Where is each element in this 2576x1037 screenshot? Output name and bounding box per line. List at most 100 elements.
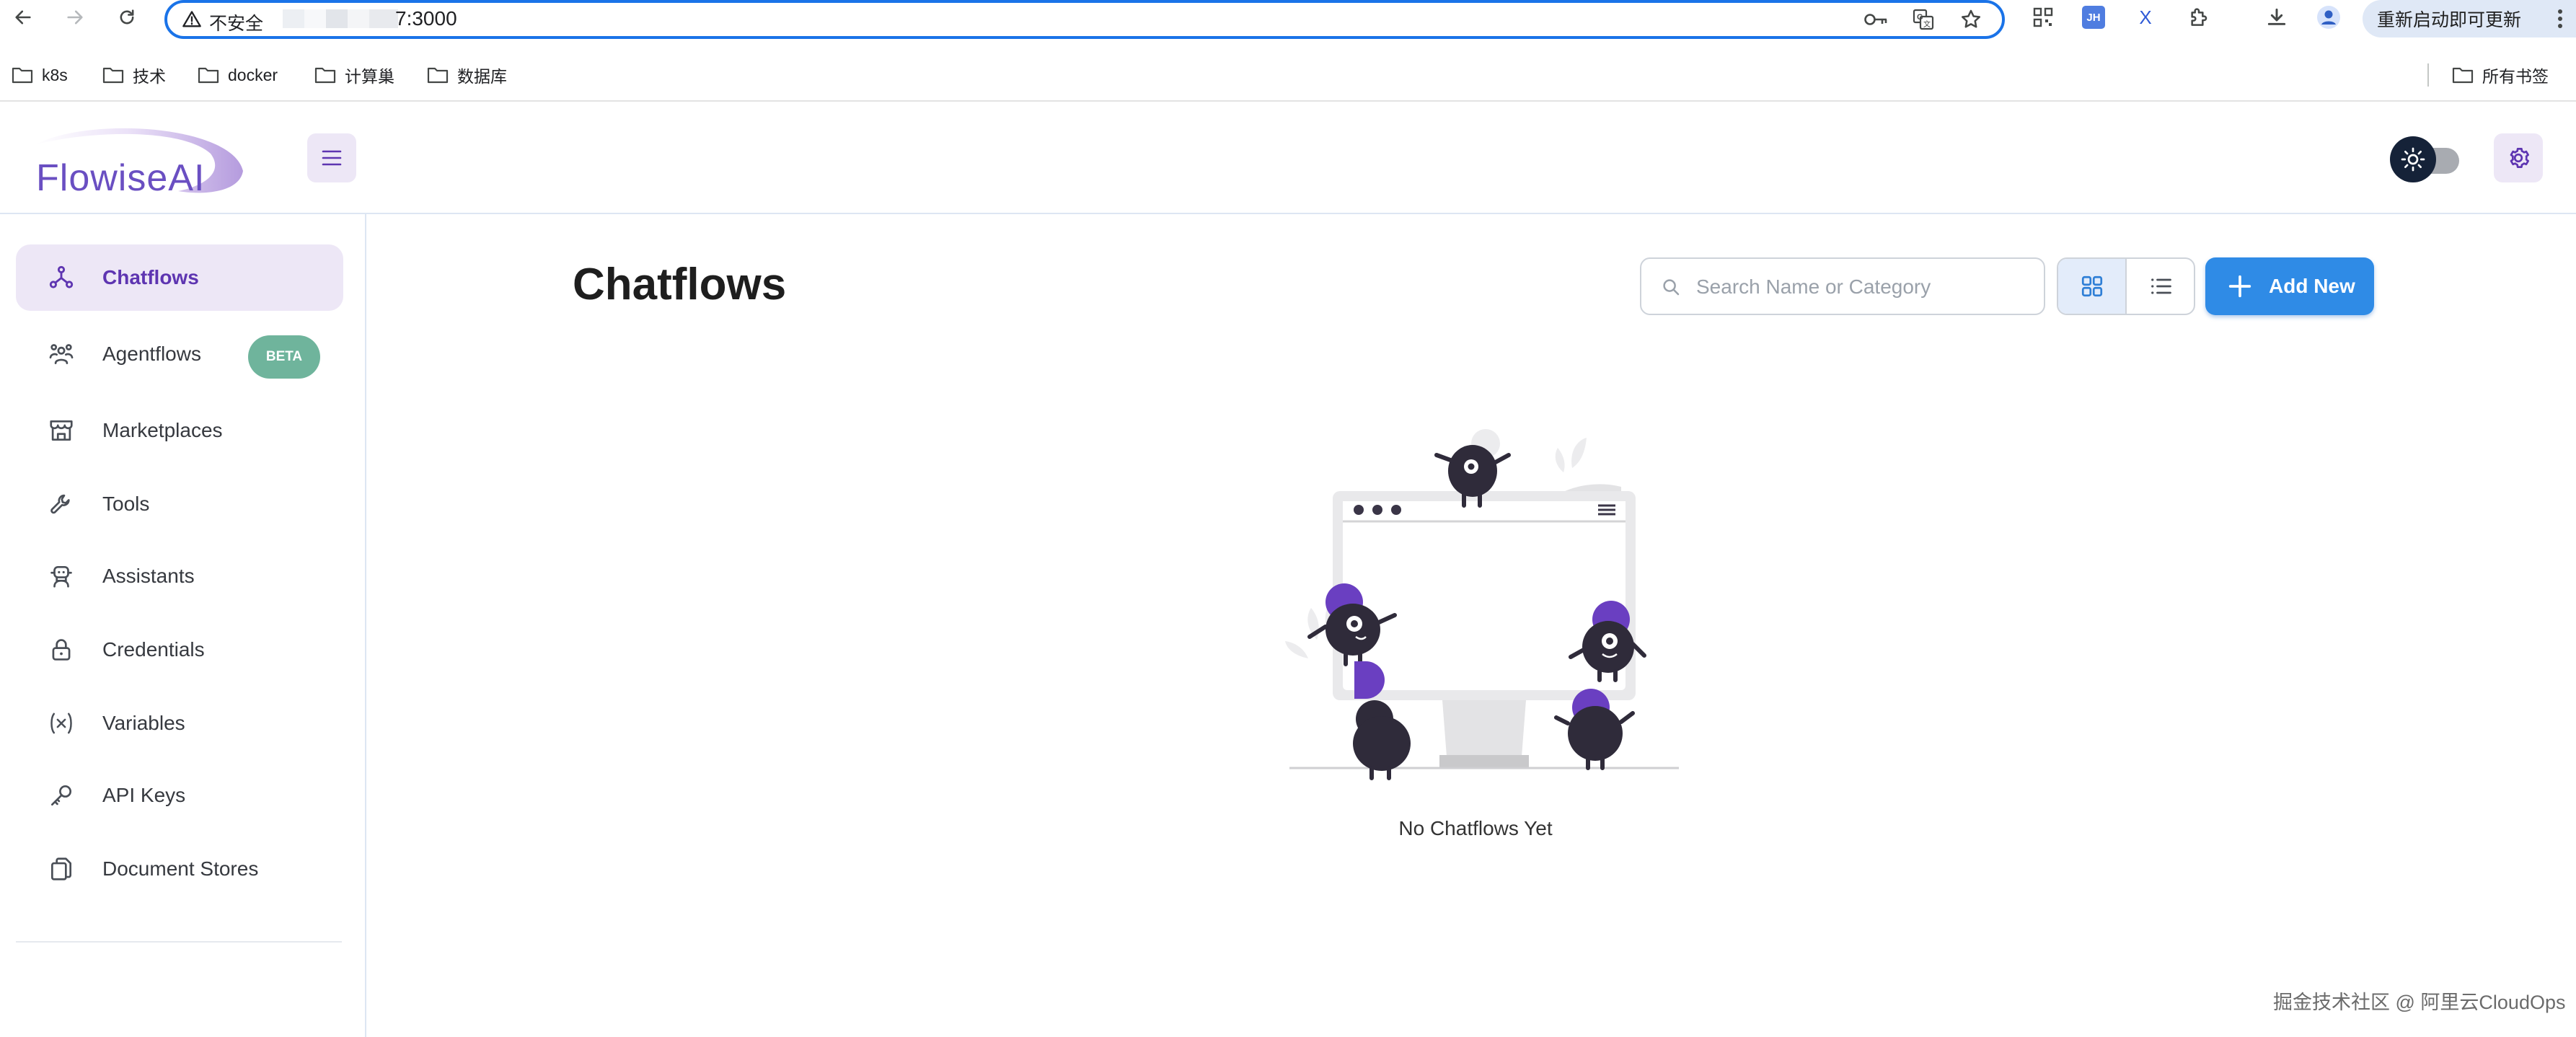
jh-extension-icon[interactable]: JH <box>2080 4 2107 31</box>
agentflows-icon <box>48 340 75 368</box>
all-bookmarks-folder[interactable]: 所有书签 <box>2452 62 2549 88</box>
sidebar-item-label: Marketplaces <box>102 419 223 441</box>
sidebar-item-tools[interactable]: Tools <box>16 471 343 537</box>
dark-mode-toggle[interactable] <box>2390 136 2463 182</box>
watermark-text: 掘金技术社区 @ 阿里云CloudOps <box>2273 992 2566 1013</box>
bookmark-label: k8s <box>42 65 68 84</box>
flowise-logo[interactable]: FlowiseAI <box>23 120 261 199</box>
all-bookmarks-label: 所有书签 <box>2482 67 2549 86</box>
qr-icon[interactable] <box>2029 4 2057 31</box>
url-redacted <box>283 9 398 28</box>
sidebar-item-agentflows[interactable]: Agentflows BETA <box>16 321 343 387</box>
sidebar-item-assistants[interactable]: Assistants <box>16 543 343 609</box>
sidebar-item-label: Chatflows <box>102 266 199 288</box>
bookmark-label: 数据库 <box>457 67 507 86</box>
sidebar-item-chatflows[interactable]: Chatflows <box>16 244 343 311</box>
sidebar-item-label: Document Stores <box>102 857 259 880</box>
translate-icon[interactable]: G文 <box>1911 7 1936 32</box>
chatflows-icon <box>48 264 75 291</box>
bookmark-folder[interactable]: 计算巢 <box>314 62 394 88</box>
bookmark-folder[interactable]: k8s <box>12 62 68 88</box>
list-view-button[interactable] <box>2127 259 2194 314</box>
forward-icon[interactable] <box>62 4 88 30</box>
assistant-icon <box>48 562 75 590</box>
empty-state-message: No Chatflows Yet <box>1398 817 1553 839</box>
warning-icon[interactable] <box>182 9 202 30</box>
add-new-label: Add New <box>2269 275 2355 297</box>
add-new-button[interactable]: Add New <box>2205 257 2374 315</box>
security-label[interactable]: 不安全 <box>209 9 263 35</box>
page-title: Chatflows <box>573 260 787 309</box>
logo-text: FlowiseAI <box>36 157 206 199</box>
sidebar-item-label: Tools <box>102 493 150 515</box>
gear-icon <box>2510 148 2529 168</box>
sidebar-item-document-stores[interactable]: Document Stores <box>16 836 343 902</box>
folder-icon <box>102 67 124 84</box>
folder-icon <box>198 67 219 84</box>
x-extension-icon[interactable]: X <box>2132 4 2159 31</box>
x-extension-label: X <box>2139 6 2152 28</box>
menu-dots-icon[interactable] <box>2556 6 2564 32</box>
tools-icon <box>48 490 75 518</box>
bookmark-label: 技术 <box>133 67 166 86</box>
empty-state-illustration <box>1282 423 1686 791</box>
settings-button[interactable] <box>2494 133 2543 182</box>
key-icon[interactable] <box>1863 7 1888 32</box>
download-icon[interactable] <box>2263 4 2290 31</box>
beta-badge: BETA <box>248 335 320 379</box>
grid-icon <box>2081 275 2102 297</box>
sidebar-divider <box>16 941 342 943</box>
sidebar-item-label: Assistants <box>102 565 195 587</box>
plus-icon <box>2226 272 2254 301</box>
menu-toggle-button[interactable] <box>307 133 356 182</box>
sidebar: Chatflows Agentflows BETA Marketplaces T… <box>0 214 366 1037</box>
variable-icon <box>48 710 75 737</box>
key-icon <box>48 782 75 809</box>
folder-icon <box>2452 67 2474 84</box>
marketplace-icon <box>48 417 75 444</box>
bookmark-folder[interactable]: 技术 <box>102 62 166 88</box>
bookmark-label: docker <box>228 65 278 84</box>
update-button-label: 重新启动即可更新 <box>2377 10 2522 30</box>
sidebar-item-variables[interactable]: Variables <box>16 690 343 756</box>
star-icon[interactable] <box>1959 7 1983 32</box>
svg-text:文: 文 <box>1923 19 1931 29</box>
bookmarks-divider <box>2427 63 2429 87</box>
sidebar-item-label: API Keys <box>102 784 186 806</box>
list-icon <box>2151 278 2171 294</box>
sidebar-item-api-keys[interactable]: API Keys <box>16 762 343 829</box>
search-box[interactable] <box>1640 257 2045 315</box>
sidebar-item-label: Variables <box>102 712 185 734</box>
bookmark-folder[interactable]: 数据库 <box>427 62 507 88</box>
sidebar-item-marketplaces[interactable]: Marketplaces <box>16 397 343 464</box>
bookmark-label: 计算巢 <box>345 67 394 86</box>
sidebar-item-label: Credentials <box>102 638 205 661</box>
browser-toolbar: 不安全 7:3000 G文 JH X 重新启动即可更新 <box>0 0 2576 39</box>
hamburger-icon <box>322 150 342 166</box>
puzzle-icon[interactable] <box>2185 4 2213 31</box>
folder-icon <box>314 67 336 84</box>
folder-icon <box>427 67 449 84</box>
jh-extension-label: JH <box>2082 6 2105 29</box>
app-header: FlowiseAI <box>0 102 2576 214</box>
reload-icon[interactable] <box>114 4 140 30</box>
view-mode-toggle <box>2057 257 2195 315</box>
update-button[interactable]: 重新启动即可更新 <box>2363 0 2576 37</box>
sidebar-item-credentials[interactable]: Credentials <box>16 617 343 683</box>
sun-icon[interactable] <box>2390 136 2436 182</box>
back-icon[interactable] <box>10 4 36 30</box>
documents-icon <box>48 855 75 883</box>
address-bar[interactable]: 不安全 7:3000 G文 <box>164 0 2005 39</box>
bookmarks-bar: k8s 技术 docker 计算巢 数据库 所有书签 <box>0 59 2576 91</box>
search-icon <box>1660 276 1682 298</box>
card-view-button[interactable] <box>2058 259 2127 314</box>
lock-icon <box>48 636 75 663</box>
sidebar-item-label: Agentflows <box>102 343 201 365</box>
url-text[interactable]: 7:3000 <box>395 7 457 30</box>
bookmark-folder[interactable]: docker <box>198 62 278 88</box>
profile-icon[interactable] <box>2315 4 2342 31</box>
folder-icon <box>12 67 33 84</box>
svg-text:G: G <box>1917 13 1923 22</box>
main-content: Chatflows Add New <box>366 214 2576 1037</box>
search-input[interactable] <box>1695 272 2037 302</box>
